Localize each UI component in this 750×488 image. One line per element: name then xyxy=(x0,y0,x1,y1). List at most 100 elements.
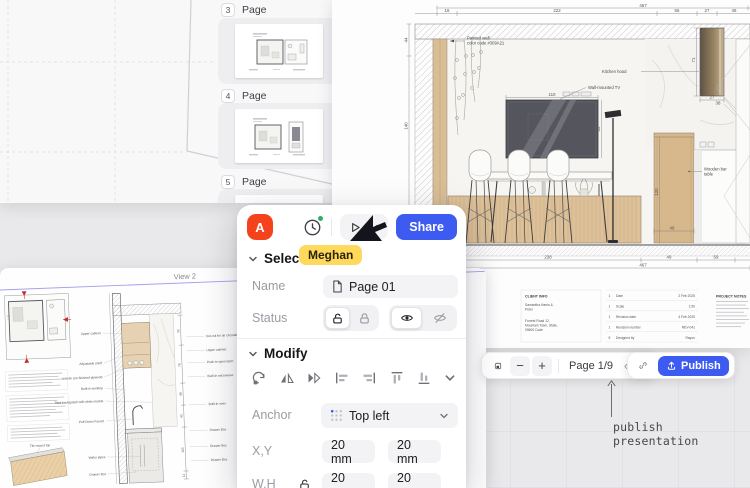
svg-text:Built-in worktop: Built-in worktop xyxy=(81,386,103,391)
flip-horizontal-icon[interactable] xyxy=(279,370,295,386)
page-file-icon xyxy=(332,280,343,293)
page-label: Page xyxy=(242,176,267,188)
kitchen-section xyxy=(109,291,187,484)
svg-text:100: 100 xyxy=(181,447,185,453)
anchor-select[interactable]: Top left xyxy=(321,403,458,428)
more-tools-chevron-icon[interactable] xyxy=(444,372,456,384)
thumbnail-sheet xyxy=(235,195,323,203)
collaborator-cursor-icon xyxy=(347,209,391,245)
visibility-toggle xyxy=(389,305,457,331)
share-button[interactable]: Share xyxy=(396,214,457,240)
svg-text:Samantha Harris &: Samantha Harris & xyxy=(525,303,554,307)
svg-text:Designed by: Designed by xyxy=(616,336,635,340)
flip-vertical-icon[interactable] xyxy=(306,370,322,386)
svg-text:110: 110 xyxy=(549,92,557,97)
svg-text:71: 71 xyxy=(691,57,696,62)
svg-text:1: 1 xyxy=(609,294,611,298)
svg-text:Wall-mounted TV: Wall-mounted TV xyxy=(588,85,620,90)
page-label: Page xyxy=(242,90,267,102)
align-right-icon[interactable] xyxy=(361,370,377,386)
name-field[interactable]: Page 01 xyxy=(323,275,458,298)
modify-section-header[interactable]: Modify xyxy=(248,346,308,361)
fit-screen-button[interactable] xyxy=(488,356,508,376)
svg-text:PROJECT NOTES: PROJECT NOTES xyxy=(716,295,747,299)
svg-text:Drawer Box: Drawer Box xyxy=(89,472,106,477)
visible-option[interactable] xyxy=(391,307,422,329)
eye-off-icon xyxy=(433,311,447,325)
panel-divider xyxy=(237,338,466,339)
modify-tools xyxy=(251,370,456,386)
eye-icon xyxy=(400,311,414,325)
sidebar-item-page-3[interactable]: 3 Page xyxy=(221,3,267,17)
svg-text:Revision number: Revision number xyxy=(616,325,642,329)
mini-floor-plan xyxy=(4,289,73,363)
svg-text:46: 46 xyxy=(732,8,737,13)
svg-text:Tile-mount top: Tile-mount top xyxy=(30,443,51,448)
fit-screen-icon xyxy=(494,358,502,374)
annotation-arrow-line xyxy=(611,384,612,417)
y-value: 20 mm xyxy=(397,438,432,466)
svg-text:CLIENT INFO: CLIENT INFO xyxy=(525,295,548,299)
svg-text:11: 11 xyxy=(182,474,186,478)
width-value: 20 mm xyxy=(331,471,366,488)
chevron-down-icon xyxy=(439,411,449,421)
svg-text:1: 1 xyxy=(609,325,611,329)
align-left-icon[interactable] xyxy=(334,370,350,386)
publish-toolbar: Publish xyxy=(627,352,735,379)
ratio-unlock-icon[interactable] xyxy=(298,478,311,488)
unlocked-option[interactable] xyxy=(325,307,350,329)
sidebar-item-page-4[interactable]: 4 Page xyxy=(221,89,267,103)
copy-link-button[interactable] xyxy=(633,356,653,376)
pages-sidebar: 3 Page xyxy=(215,0,345,203)
properties-panel: A Share xyxy=(237,205,466,488)
svg-text:Date: Date xyxy=(616,294,623,298)
svg-text:33: 33 xyxy=(176,329,180,333)
svg-text:27: 27 xyxy=(710,95,715,100)
height-input[interactable]: 20 mm xyxy=(388,473,441,488)
svg-text:Built-in oven: Built-in oven xyxy=(208,401,226,406)
svg-text:Rayon: Rayon xyxy=(685,336,695,340)
page-4-thumbnail[interactable] xyxy=(218,103,340,169)
thumbnail-sheet xyxy=(235,109,323,163)
sidebar-item-page-5[interactable]: 5 Page xyxy=(221,175,267,189)
locked-option[interactable] xyxy=(352,307,377,329)
width-input[interactable]: 20 mm xyxy=(322,473,375,488)
svg-text:Peter: Peter xyxy=(525,308,534,312)
svg-text:Scale: Scale xyxy=(616,305,624,309)
align-top-icon[interactable] xyxy=(389,370,405,386)
svg-text:238: 238 xyxy=(544,255,552,260)
zoom-out-button[interactable]: − xyxy=(510,356,530,376)
svg-text:Drawer Box: Drawer Box xyxy=(209,427,226,432)
x-input[interactable]: 20 mm xyxy=(322,440,375,463)
xy-label: X,Y xyxy=(252,444,272,458)
page-3-thumbnail[interactable] xyxy=(218,18,340,84)
svg-text:27: 27 xyxy=(705,8,710,13)
wall-tv xyxy=(506,92,598,158)
svg-text:Pull-Down Faucet: Pull-Down Faucet xyxy=(79,419,104,424)
svg-text:1:50: 1:50 xyxy=(689,305,696,309)
y-input[interactable]: 20 mm xyxy=(388,440,441,463)
svg-text:49: 49 xyxy=(667,255,672,260)
page-5-thumbnail[interactable] xyxy=(218,189,340,203)
svg-text:color code #309A21: color code #309A21 xyxy=(467,41,505,46)
publish-label: Publish xyxy=(681,360,721,372)
height-value: 20 mm xyxy=(397,471,432,488)
zoom-in-button[interactable]: + xyxy=(532,356,552,376)
hidden-option[interactable] xyxy=(424,307,455,329)
xy-row: X,Y 20 mm 20 mm xyxy=(237,440,466,464)
app-logo[interactable]: A xyxy=(247,214,273,240)
counter-detail: Tile-mount top xyxy=(8,443,68,486)
annotation-text: publish presentation xyxy=(613,420,750,448)
svg-text:49: 49 xyxy=(670,226,675,231)
page-label: Page xyxy=(242,4,267,16)
svg-text:2 Feb 2025: 2 Feb 2025 xyxy=(678,294,695,298)
page-indicator: Page 1/9 xyxy=(569,360,613,372)
align-bottom-icon[interactable] xyxy=(416,370,432,386)
canvas-screenshot: 3 Page xyxy=(0,0,345,203)
rotate-icon[interactable] xyxy=(251,370,267,386)
svg-text:1: 1 xyxy=(609,315,611,319)
svg-text:44: 44 xyxy=(404,37,409,42)
svg-text:38: 38 xyxy=(716,101,721,106)
publish-button[interactable]: Publish xyxy=(658,356,729,376)
history-button[interactable] xyxy=(301,216,323,238)
